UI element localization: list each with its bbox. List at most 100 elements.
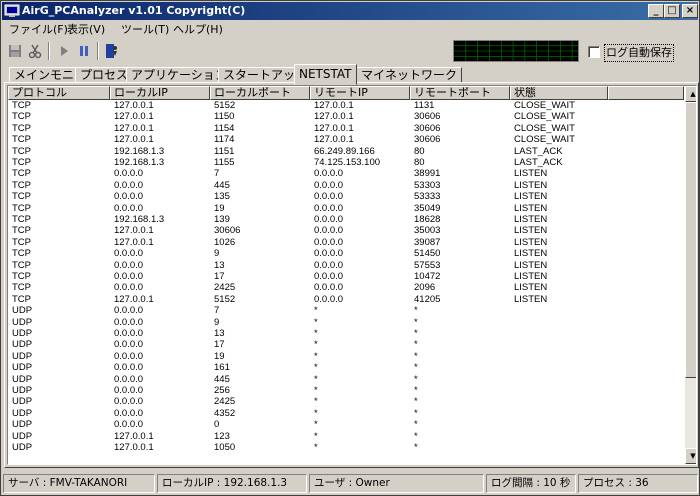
scroll-down-button[interactable]: ▼ <box>685 448 696 464</box>
cut-icon[interactable] <box>25 41 45 61</box>
menu-file[interactable]: ファイル(F) <box>5 22 72 38</box>
cell-local-port: 1150 <box>214 111 235 123</box>
column-protocol[interactable]: プロトコル <box>8 86 110 100</box>
cell-protocol: TCP <box>12 236 31 248</box>
cell-local-port: 9 <box>214 316 220 328</box>
table-row[interactable]: TCP 192.168.1.3 1155 74.125.153.100 80 LAST_A… <box>8 157 684 168</box>
menu-tools[interactable]: ツール(T) <box>117 22 173 38</box>
table-row[interactable]: TCP 0.0.0.0 9 0.0.0.0 51450 LISTEN <box>8 248 684 259</box>
table-row[interactable]: TCP 127.0.0.1 1026 0.0.0.0 39087 LISTEN <box>8 237 684 248</box>
pause-icon[interactable] <box>74 41 94 61</box>
traffic-monitor <box>453 40 579 62</box>
tab-netstat[interactable]: NETSTAT <box>294 64 357 85</box>
cell-remote-ip: 0.0.0.0 <box>314 202 344 214</box>
exit-icon[interactable] <box>102 41 122 61</box>
table-row[interactable]: TCP 127.0.0.1 5152 127.0.0.1 1131 CLOSE_WAIT <box>8 100 684 111</box>
column-local-ip[interactable]: ローカルIP <box>110 86 210 100</box>
cell-local-port: 139 <box>214 214 230 225</box>
close-button[interactable]: × <box>682 4 698 18</box>
cell-remote-port: * <box>414 305 418 317</box>
table-row[interactable]: UDP 0.0.0.0 9 * * <box>8 317 684 328</box>
table-row[interactable]: UDP 0.0.0.0 2425 * * <box>8 396 684 407</box>
autosave-label[interactable]: ログ自動保存 <box>604 44 674 62</box>
table-row[interactable]: UDP 0.0.0.0 0 * * <box>8 419 684 430</box>
table-row[interactable]: UDP 0.0.0.0 445 * * <box>8 374 684 385</box>
cell-state: LISTEN <box>514 225 548 237</box>
cell-local-ip: 0.0.0.0 <box>114 339 144 351</box>
cell-local-ip: 127.0.0.1 <box>114 442 154 453</box>
column-state[interactable]: 状態 <box>510 86 608 100</box>
cell-protocol: TCP <box>12 225 31 237</box>
cell-protocol: UDP <box>12 339 33 351</box>
cell-remote-ip: 127.0.0.1 <box>314 134 354 146</box>
table-row[interactable]: UDP 127.0.0.1 1050 * * <box>8 442 684 453</box>
table-row[interactable]: TCP 127.0.0.1 1174 127.0.0.1 30606 CLOSE_WAIT <box>8 134 684 145</box>
table-row[interactable]: TCP 0.0.0.0 2425 0.0.0.0 2096 LISTEN <box>8 282 684 293</box>
column-local-port[interactable]: ローカルポート <box>210 86 310 100</box>
column-remote-port[interactable]: リモートポート <box>410 86 510 100</box>
status-user: ユーザ : Owner <box>309 474 484 493</box>
table-row[interactable]: UDP 0.0.0.0 256 * * <box>8 385 684 396</box>
table-row[interactable]: UDP 0.0.0.0 17 * * <box>8 339 684 350</box>
scroll-thumb[interactable] <box>685 102 696 378</box>
table-row[interactable]: TCP 127.0.0.1 1150 127.0.0.1 30606 CLOSE_WAIT <box>8 111 684 122</box>
table-row[interactable]: UDP 0.0.0.0 19 * * <box>8 351 684 362</box>
save-icon[interactable] <box>5 41 25 61</box>
table-row[interactable]: TCP 0.0.0.0 135 0.0.0.0 53333 LISTEN <box>8 191 684 202</box>
table-row[interactable]: UDP 0.0.0.0 13 * * <box>8 328 684 339</box>
cell-local-ip: 0.0.0.0 <box>114 168 144 180</box>
cell-state: LISTEN <box>514 168 548 180</box>
cell-remote-port: * <box>414 316 418 328</box>
title-bar[interactable]: AirG_PCAnalyzer v1.01 Copyright(C) _ □ × <box>2 2 698 20</box>
minimize-button[interactable]: _ <box>648 4 664 18</box>
autosave-checkbox[interactable] <box>588 46 600 58</box>
table-row[interactable]: UDP 0.0.0.0 4352 * * <box>8 408 684 419</box>
table-row[interactable]: UDP 0.0.0.0 161 * * <box>8 362 684 373</box>
cell-local-ip: 192.168.1.3 <box>114 145 165 157</box>
maximize-button[interactable]: □ <box>664 4 680 18</box>
table-row[interactable]: UDP 127.0.0.1 123 * * <box>8 431 684 442</box>
cell-protocol: TCP <box>12 271 31 282</box>
cell-remote-port: 35049 <box>414 202 441 214</box>
table-row[interactable]: UDP 0.0.0.0 7 * * <box>8 305 684 316</box>
netstat-list[interactable]: プロトコル ローカルIP ローカルポート リモートIP リモートポート 状態 T… <box>7 85 697 465</box>
toolbar-separator <box>97 42 99 60</box>
cell-remote-ip: 0.0.0.0 <box>314 259 344 271</box>
play-icon[interactable] <box>54 41 74 61</box>
cell-local-port: 4352 <box>214 407 236 419</box>
menu-help[interactable]: ヘルプ(H) <box>169 22 227 38</box>
cell-remote-ip: 0.0.0.0 <box>314 191 344 203</box>
cell-remote-port: * <box>414 350 418 362</box>
cell-local-port: 5152 <box>214 293 236 305</box>
cell-local-ip: 0.0.0.0 <box>114 191 144 203</box>
cell-local-ip: 127.0.0.1 <box>114 430 154 442</box>
cell-remote-port: * <box>414 373 418 385</box>
column-remote-ip[interactable]: リモートIP <box>310 86 410 100</box>
menu-view[interactable]: 表示(V) <box>63 22 109 38</box>
table-row[interactable]: TCP 192.168.1.3 139 0.0.0.0 18628 LISTEN <box>8 214 684 225</box>
cell-protocol: UDP <box>12 407 33 419</box>
cell-remote-port: * <box>414 407 418 419</box>
table-row[interactable]: TCP 127.0.0.1 5152 0.0.0.0 41205 LISTEN <box>8 294 684 305</box>
table-row[interactable]: TCP 127.0.0.1 30606 0.0.0.0 35003 LISTEN <box>8 225 684 236</box>
cell-protocol: TCP <box>12 122 31 134</box>
vertical-scrollbar[interactable]: ▲ ▼ <box>685 86 696 464</box>
table-row[interactable]: TCP 0.0.0.0 445 0.0.0.0 53303 LISTEN <box>8 180 684 191</box>
cell-remote-ip: 0.0.0.0 <box>314 282 344 294</box>
table-row[interactable]: TCP 127.0.0.1 1154 127.0.0.1 30606 CLOSE_WAIT <box>8 123 684 134</box>
cell-state: CLOSE_WAIT <box>514 111 575 123</box>
cell-remote-port: 57553 <box>414 259 441 271</box>
cell-state: CLOSE_WAIT <box>514 134 575 146</box>
cell-remote-port: * <box>414 339 418 351</box>
table-row[interactable]: TCP 0.0.0.0 13 0.0.0.0 57553 LISTEN <box>8 260 684 271</box>
scroll-up-button[interactable]: ▲ <box>685 86 696 102</box>
table-row[interactable]: TCP 0.0.0.0 19 0.0.0.0 35049 LISTEN <box>8 203 684 214</box>
table-row[interactable]: TCP 0.0.0.0 17 0.0.0.0 10472 LISTEN <box>8 271 684 282</box>
cell-local-ip: 192.168.1.3 <box>114 214 165 225</box>
cell-local-port: 445 <box>214 373 230 385</box>
table-row[interactable]: TCP 192.168.1.3 1151 66.249.89.166 80 LAST_AC… <box>8 146 684 157</box>
cell-remote-port: * <box>414 362 418 374</box>
main-window: AirG_PCAnalyzer v1.01 Copyright(C) _ □ ×… <box>0 0 700 496</box>
table-row[interactable]: TCP 0.0.0.0 7 0.0.0.0 38991 LISTEN <box>8 168 684 179</box>
cell-protocol: UDP <box>12 328 33 339</box>
